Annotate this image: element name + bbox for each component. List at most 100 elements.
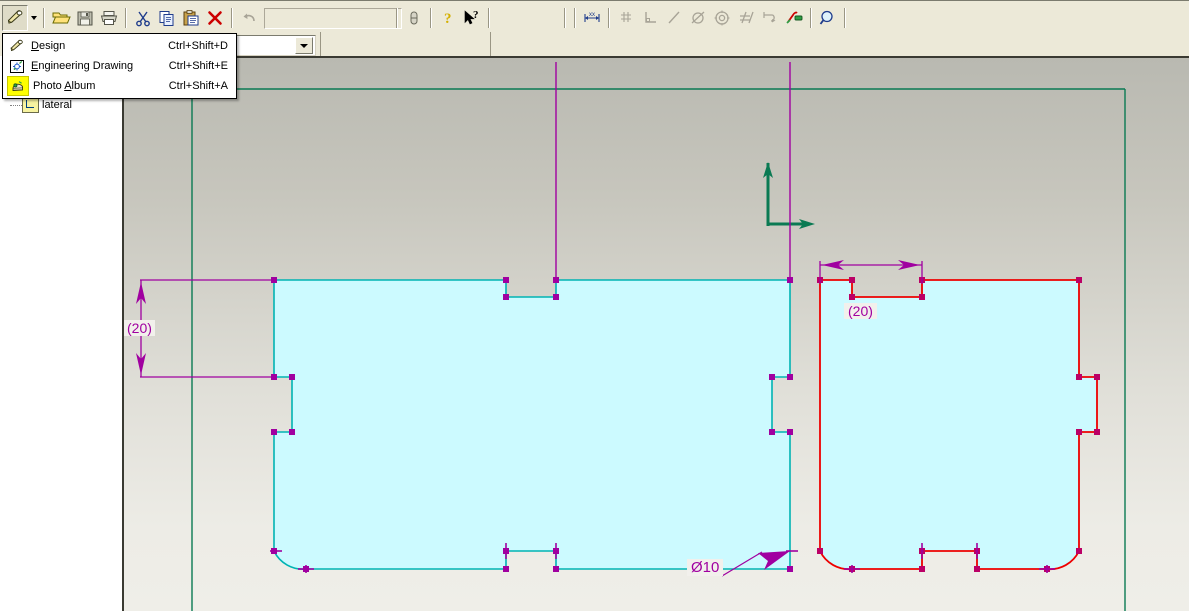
properties-button[interactable] xyxy=(402,6,426,30)
toolbar-separator-11 xyxy=(844,8,846,28)
zoom-button[interactable] xyxy=(816,6,840,30)
print-button[interactable] xyxy=(97,6,121,30)
tangent-button[interactable] xyxy=(686,6,710,30)
menu-item-design-accel: Ctrl+Shift+D xyxy=(168,40,228,52)
copy-button[interactable] xyxy=(155,6,179,30)
menu-item-engineering-drawing-accel: Ctrl+Shift+E xyxy=(168,60,228,72)
capsule-icon xyxy=(410,11,418,25)
svg-text:?: ? xyxy=(473,9,479,21)
toolbar-separator-8 xyxy=(574,8,576,28)
open-button[interactable] xyxy=(49,6,73,30)
diameter-dimension-label[interactable]: Ø10 xyxy=(687,559,724,576)
active-profile-outline[interactable] xyxy=(273,279,791,570)
toolbar-separator-1 xyxy=(43,8,45,28)
red-x-icon xyxy=(208,11,222,25)
dimension-button[interactable]: xx xyxy=(580,6,604,30)
concentric-button[interactable] xyxy=(710,6,734,30)
equal-button[interactable] xyxy=(734,6,758,30)
undo-button[interactable] xyxy=(237,6,261,30)
reference-profile-outline[interactable] xyxy=(819,279,1098,571)
reference-profile-right[interactable] xyxy=(819,279,1098,571)
toolbar-separator-6 xyxy=(488,8,490,28)
arrow-question-icon: ? xyxy=(464,9,479,25)
symmetric-icon xyxy=(763,12,776,23)
menu-item-design[interactable]: Design Ctrl+Shift+D xyxy=(3,36,236,56)
svg-text:xx: xx xyxy=(589,12,595,18)
cut-button[interactable] xyxy=(131,6,155,30)
toolbar-separator-4 xyxy=(396,8,398,28)
undo-arrow-icon xyxy=(243,13,255,22)
toolbar-separator-2 xyxy=(125,8,127,28)
dimension-icon: xx xyxy=(584,12,600,22)
main-toolbar: ? ? xx xyxy=(0,4,1189,33)
photo-album-icon xyxy=(7,76,29,96)
sketch-geometry xyxy=(122,58,1126,611)
toolbar-separator-7 xyxy=(564,8,566,28)
save-button[interactable] xyxy=(73,6,97,30)
drawing-sheet-icon xyxy=(7,57,27,75)
toolbar-group-help: ? ? xyxy=(392,5,494,31)
vertical-dimension-left[interactable] xyxy=(136,279,277,378)
toolbar-group-constraints: xx xyxy=(560,5,850,31)
pencil-icon xyxy=(7,37,27,55)
row2-divider-2 xyxy=(490,32,491,56)
toolbar-separator-3 xyxy=(231,8,233,28)
sketch-plane-icon xyxy=(22,97,39,113)
menu-item-photo-album-accel: Ctrl+Shift+A xyxy=(168,80,228,92)
chevron-down-icon xyxy=(300,43,308,48)
application-window: ? ? xx lateral (20) (20) Ø10 Design Ctrl… xyxy=(0,0,1189,611)
toolbar-group-file xyxy=(2,5,402,31)
collinear-line-icon xyxy=(668,11,680,24)
paste-button[interactable] xyxy=(179,6,203,30)
question-mark-icon: ? xyxy=(444,11,452,27)
copy-icon xyxy=(159,11,174,26)
magnifier-icon xyxy=(819,10,833,25)
whats-this-button[interactable]: ? xyxy=(460,6,484,30)
row2-divider-1 xyxy=(320,32,321,56)
toolbar-separator-5 xyxy=(430,8,432,28)
pencil-icon xyxy=(7,10,23,24)
tree-connector xyxy=(8,97,22,113)
floppy-disk-icon xyxy=(77,11,93,26)
perpendicular-icon xyxy=(645,12,656,23)
menu-item-design-label: Design xyxy=(31,40,66,52)
combobox-dropdown-button[interactable] xyxy=(295,37,313,54)
symmetric-button[interactable] xyxy=(758,6,782,30)
menu-item-photo-album[interactable]: Photo Album Ctrl+Shift+A xyxy=(3,76,236,96)
tree-item-lateral[interactable]: lateral xyxy=(8,97,72,113)
menu-item-engineering-drawing-label: Engineering Drawing xyxy=(31,60,134,72)
help-button[interactable]: ? xyxy=(436,6,460,30)
title-strip-divider xyxy=(0,0,1189,1)
new-document-menu: Design Ctrl+Shift+D Engineering Drawing … xyxy=(2,33,237,99)
menu-item-engineering-drawing[interactable]: Engineering Drawing Ctrl+Shift+E xyxy=(3,56,236,76)
model-tree-panel: lateral xyxy=(0,56,123,609)
menu-item-photo-album-label: Photo Album xyxy=(33,80,96,92)
new-design-button[interactable] xyxy=(2,5,28,31)
origin-axis-marker xyxy=(763,162,815,229)
active-profile-left[interactable] xyxy=(273,279,791,570)
undo-history-field[interactable] xyxy=(264,7,402,29)
toolbar-separator-9 xyxy=(608,8,610,28)
sketch-canvas[interactable]: (20) (20) Ø10 xyxy=(122,56,1189,611)
anchor-green-icon xyxy=(786,11,803,24)
delete-button[interactable] xyxy=(203,6,227,30)
horizontal-dimension-label[interactable]: (20) xyxy=(844,303,877,319)
tree-item-label: lateral xyxy=(42,99,72,111)
equal-icon xyxy=(740,11,754,24)
perpendicular-button[interactable] xyxy=(638,6,662,30)
vertical-dimension-label[interactable]: (20) xyxy=(124,320,155,336)
svg-text:?: ? xyxy=(444,11,452,27)
concentric-circles-icon xyxy=(714,10,730,26)
new-dropdown-arrow[interactable] xyxy=(28,6,39,30)
fix-button[interactable] xyxy=(782,6,806,30)
coincident-button[interactable] xyxy=(614,6,638,30)
collinear-button[interactable] xyxy=(662,6,686,30)
folder-open-icon xyxy=(52,12,71,24)
dimension-extension-lines xyxy=(555,62,791,280)
clipboard-paste-icon xyxy=(183,10,199,26)
coincident-icon xyxy=(621,12,631,22)
scissors-icon xyxy=(136,11,150,27)
printer-icon xyxy=(100,11,118,25)
tangent-icon xyxy=(691,11,705,24)
chevron-down-icon xyxy=(30,16,37,20)
